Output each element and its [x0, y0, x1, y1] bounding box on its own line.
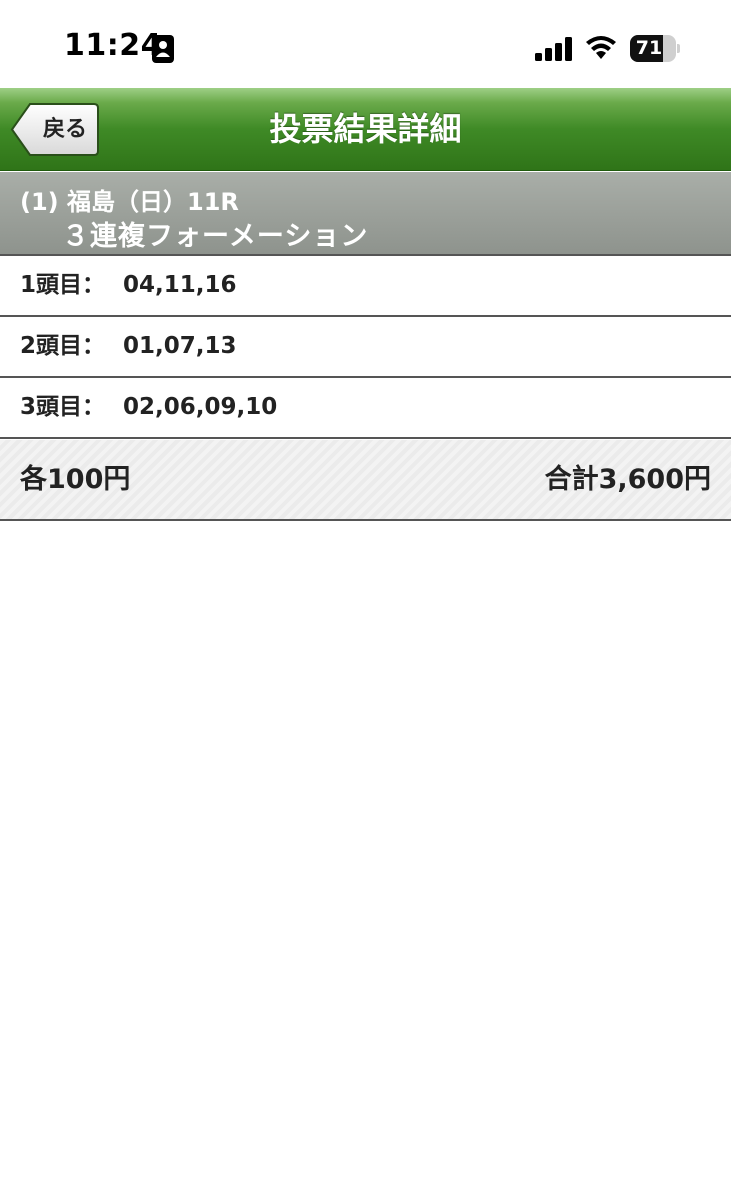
cellular-signal-icon	[535, 37, 572, 61]
sim-card-icon	[152, 35, 174, 63]
list-item: 2頭目： 01,07,13	[0, 317, 731, 378]
row-label: 1頭目：	[20, 272, 106, 298]
list-item: 3頭目： 02,06,09,10	[0, 378, 731, 439]
row-value: 01,07,13	[123, 333, 237, 359]
status-bar: 11:24 71	[0, 0, 731, 88]
battery-indicator: 71	[630, 35, 680, 62]
page-title: 投票結果詳細	[269, 110, 462, 148]
back-button[interactable]: 戻る	[10, 102, 100, 157]
navigation-bar: 投票結果詳細 戻る	[0, 88, 731, 171]
race-header: (1) 福島（日）11R ３連複フォーメーション	[0, 172, 731, 256]
summary-bar: 各100円 合計3,600円	[0, 440, 731, 521]
bet-type: ３連複フォーメーション	[62, 221, 369, 252]
row-value: 04,11,16	[123, 272, 237, 298]
row-label: 3頭目：	[20, 394, 106, 420]
amount-total: 合計3,600円	[544, 464, 711, 495]
battery-percent: 71	[635, 37, 663, 59]
row-value: 02,06,09,10	[123, 394, 278, 420]
status-time: 11:24	[64, 28, 162, 63]
wifi-icon	[586, 36, 616, 59]
list-item: 1頭目： 04,11,16	[0, 256, 731, 317]
amount-each: 各100円	[20, 464, 131, 495]
row-label: 2頭目：	[20, 333, 106, 359]
back-button-label: 戻る	[42, 117, 87, 142]
race-info: (1) 福島（日）11R	[20, 188, 239, 216]
